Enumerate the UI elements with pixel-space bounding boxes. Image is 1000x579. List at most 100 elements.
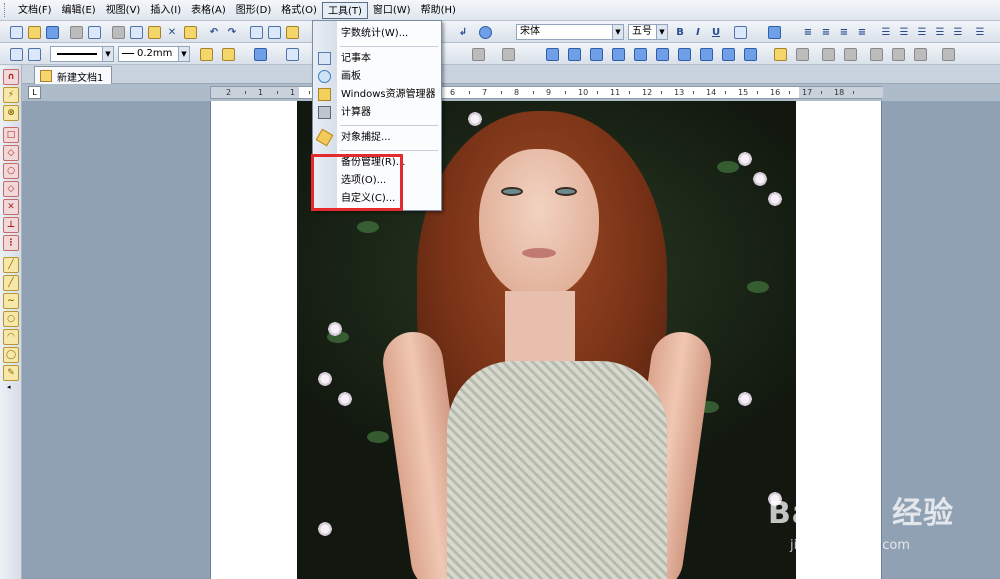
underline-button[interactable]: U	[708, 24, 724, 40]
fill-icon[interactable]	[220, 46, 236, 62]
menu-item-object-snap[interactable]: 对象捕捉...	[313, 128, 441, 147]
redo-icon[interactable]: ↷	[224, 24, 240, 40]
format-painter-icon[interactable]	[182, 24, 198, 40]
lightning-icon[interactable]: ⚡	[3, 87, 19, 103]
hand-tool-icon[interactable]	[284, 24, 300, 40]
paste-icon[interactable]	[146, 24, 162, 40]
numbered-list-icon[interactable]: ☰	[896, 24, 912, 40]
menu-tools[interactable]: 工具(T)	[321, 1, 368, 19]
group-icon[interactable]	[742, 46, 758, 62]
align-top-icon[interactable]	[544, 46, 560, 62]
bucket-icon[interactable]	[252, 46, 268, 62]
rotate-icon[interactable]	[500, 46, 516, 62]
align-right-icon[interactable]: ≡	[836, 24, 852, 40]
delete-icon[interactable]: ✕	[164, 24, 180, 40]
move-down-icon[interactable]	[890, 46, 906, 62]
bold-button[interactable]: B	[672, 24, 688, 40]
edit-node-icon[interactable]	[26, 46, 42, 62]
draw-ellipse-icon[interactable]: ◯	[3, 347, 19, 363]
same-size-icon[interactable]	[720, 46, 736, 62]
snap-center-icon[interactable]: ○	[3, 163, 19, 179]
menu-item-word-count[interactable]: 字数统计(W)...	[313, 24, 441, 43]
insert-image-icon[interactable]	[248, 24, 264, 40]
undo-icon[interactable]: ↶	[206, 24, 222, 40]
menu-help[interactable]: 帮助(H)	[416, 2, 461, 19]
help-icon[interactable]	[477, 24, 493, 40]
align-center-icon[interactable]: ≡	[818, 24, 834, 40]
align-hcenter-icon[interactable]	[632, 46, 648, 62]
draw-arc-icon[interactable]: ◠	[3, 329, 19, 345]
superscript-icon[interactable]	[732, 24, 748, 40]
magnet-icon[interactable]: ∩	[3, 69, 19, 85]
menu-table[interactable]: 表格(A)	[186, 2, 231, 19]
align-hleft-icon[interactable]	[610, 46, 626, 62]
draw-circle-icon[interactable]: ○	[3, 311, 19, 327]
justify-icon[interactable]: ≡	[854, 24, 870, 40]
font-color-icon[interactable]	[766, 24, 782, 40]
ungroup-icon[interactable]	[794, 46, 810, 62]
line-width-select[interactable]: 0.2mm ▼	[118, 46, 190, 62]
menu-item-calculator[interactable]: 计算器	[313, 103, 441, 122]
menubar-grip[interactable]	[4, 3, 7, 17]
more-tools-icon[interactable]	[940, 46, 956, 62]
menu-edit[interactable]: 编辑(E)	[57, 2, 101, 19]
draw-freehand-icon[interactable]: ✎	[3, 365, 19, 381]
edit-shape-icon[interactable]	[8, 46, 24, 62]
menu-graphics[interactable]: 图形(D)	[231, 2, 277, 19]
menu-insert[interactable]: 插入(I)	[145, 2, 186, 19]
snap-mid-icon[interactable]: ◇	[3, 145, 19, 161]
symbol-icon[interactable]: ↲	[455, 24, 471, 40]
paragraph-icon[interactable]: ☰	[972, 24, 988, 40]
shadow-icon[interactable]	[284, 46, 300, 62]
snap-point-icon[interactable]: ⊗	[3, 105, 19, 121]
increase-indent-icon[interactable]: ☰	[932, 24, 948, 40]
first-page-icon[interactable]	[820, 46, 836, 62]
pen-color-icon[interactable]	[198, 46, 214, 62]
align-bottom-icon[interactable]	[588, 46, 604, 62]
insert-table-icon[interactable]	[266, 24, 282, 40]
last-page-icon[interactable]	[842, 46, 858, 62]
snap-quadrant-icon[interactable]: ◇	[3, 181, 19, 197]
snap-end-icon[interactable]: □	[3, 127, 19, 143]
font-name-select[interactable]: 宋体 ▼	[516, 24, 624, 40]
copy-icon[interactable]	[128, 24, 144, 40]
snap-perp-icon[interactable]: ⊥	[3, 217, 19, 233]
line-spacing-icon[interactable]: ☰	[950, 24, 966, 40]
save-icon[interactable]	[44, 24, 60, 40]
snap-intersect-icon[interactable]: ✕	[3, 199, 19, 215]
line-style-select[interactable]: ▼	[50, 46, 114, 62]
new-document-icon[interactable]	[8, 24, 24, 40]
menu-item-windows-explorer[interactable]: Windows资源管理器	[313, 85, 441, 104]
distribute-h-icon[interactable]	[676, 46, 692, 62]
document-tab[interactable]: 新建文档1	[34, 66, 113, 84]
move-up-icon[interactable]	[868, 46, 884, 62]
menu-view[interactable]: 视图(V)	[101, 2, 146, 19]
open-folder-icon[interactable]	[26, 24, 42, 40]
menu-item-paint[interactable]: 画板	[313, 67, 441, 86]
order-icon[interactable]	[470, 46, 486, 62]
menu-document[interactable]: 文档(F)	[13, 2, 57, 19]
distribute-v-icon[interactable]	[698, 46, 714, 62]
print-preview-icon[interactable]	[86, 24, 102, 40]
draw-polyline-icon[interactable]: ╱	[3, 275, 19, 291]
snap-grid-icon[interactable]: ⋮	[3, 235, 19, 251]
menu-item-notepad[interactable]: 记事本	[313, 49, 441, 68]
menu-format[interactable]: 格式(O)	[276, 2, 322, 19]
align-left-icon[interactable]: ≡	[800, 24, 816, 40]
align-hright-icon[interactable]	[654, 46, 670, 62]
page-up-icon[interactable]	[912, 46, 928, 62]
menu-window[interactable]: 窗口(W)	[368, 2, 416, 19]
draw-line-icon[interactable]: ╱	[3, 257, 19, 273]
frame-icon[interactable]	[772, 46, 788, 62]
draw-curve-icon[interactable]: ∼	[3, 293, 19, 309]
decrease-indent-icon[interactable]: ☰	[914, 24, 930, 40]
bullet-list-icon[interactable]: ☰	[878, 24, 894, 40]
align-middle-icon[interactable]	[566, 46, 582, 62]
tab-stop-selector[interactable]: L	[28, 86, 41, 99]
chevron-down-icon[interactable]: ◂	[7, 383, 11, 391]
horizontal-ruler[interactable]: 21123456789101112131415161718	[210, 86, 883, 99]
cut-icon[interactable]	[110, 24, 126, 40]
italic-button[interactable]: I	[690, 24, 706, 40]
print-icon[interactable]	[68, 24, 84, 40]
font-size-select[interactable]: 五号 ▼	[628, 24, 668, 40]
